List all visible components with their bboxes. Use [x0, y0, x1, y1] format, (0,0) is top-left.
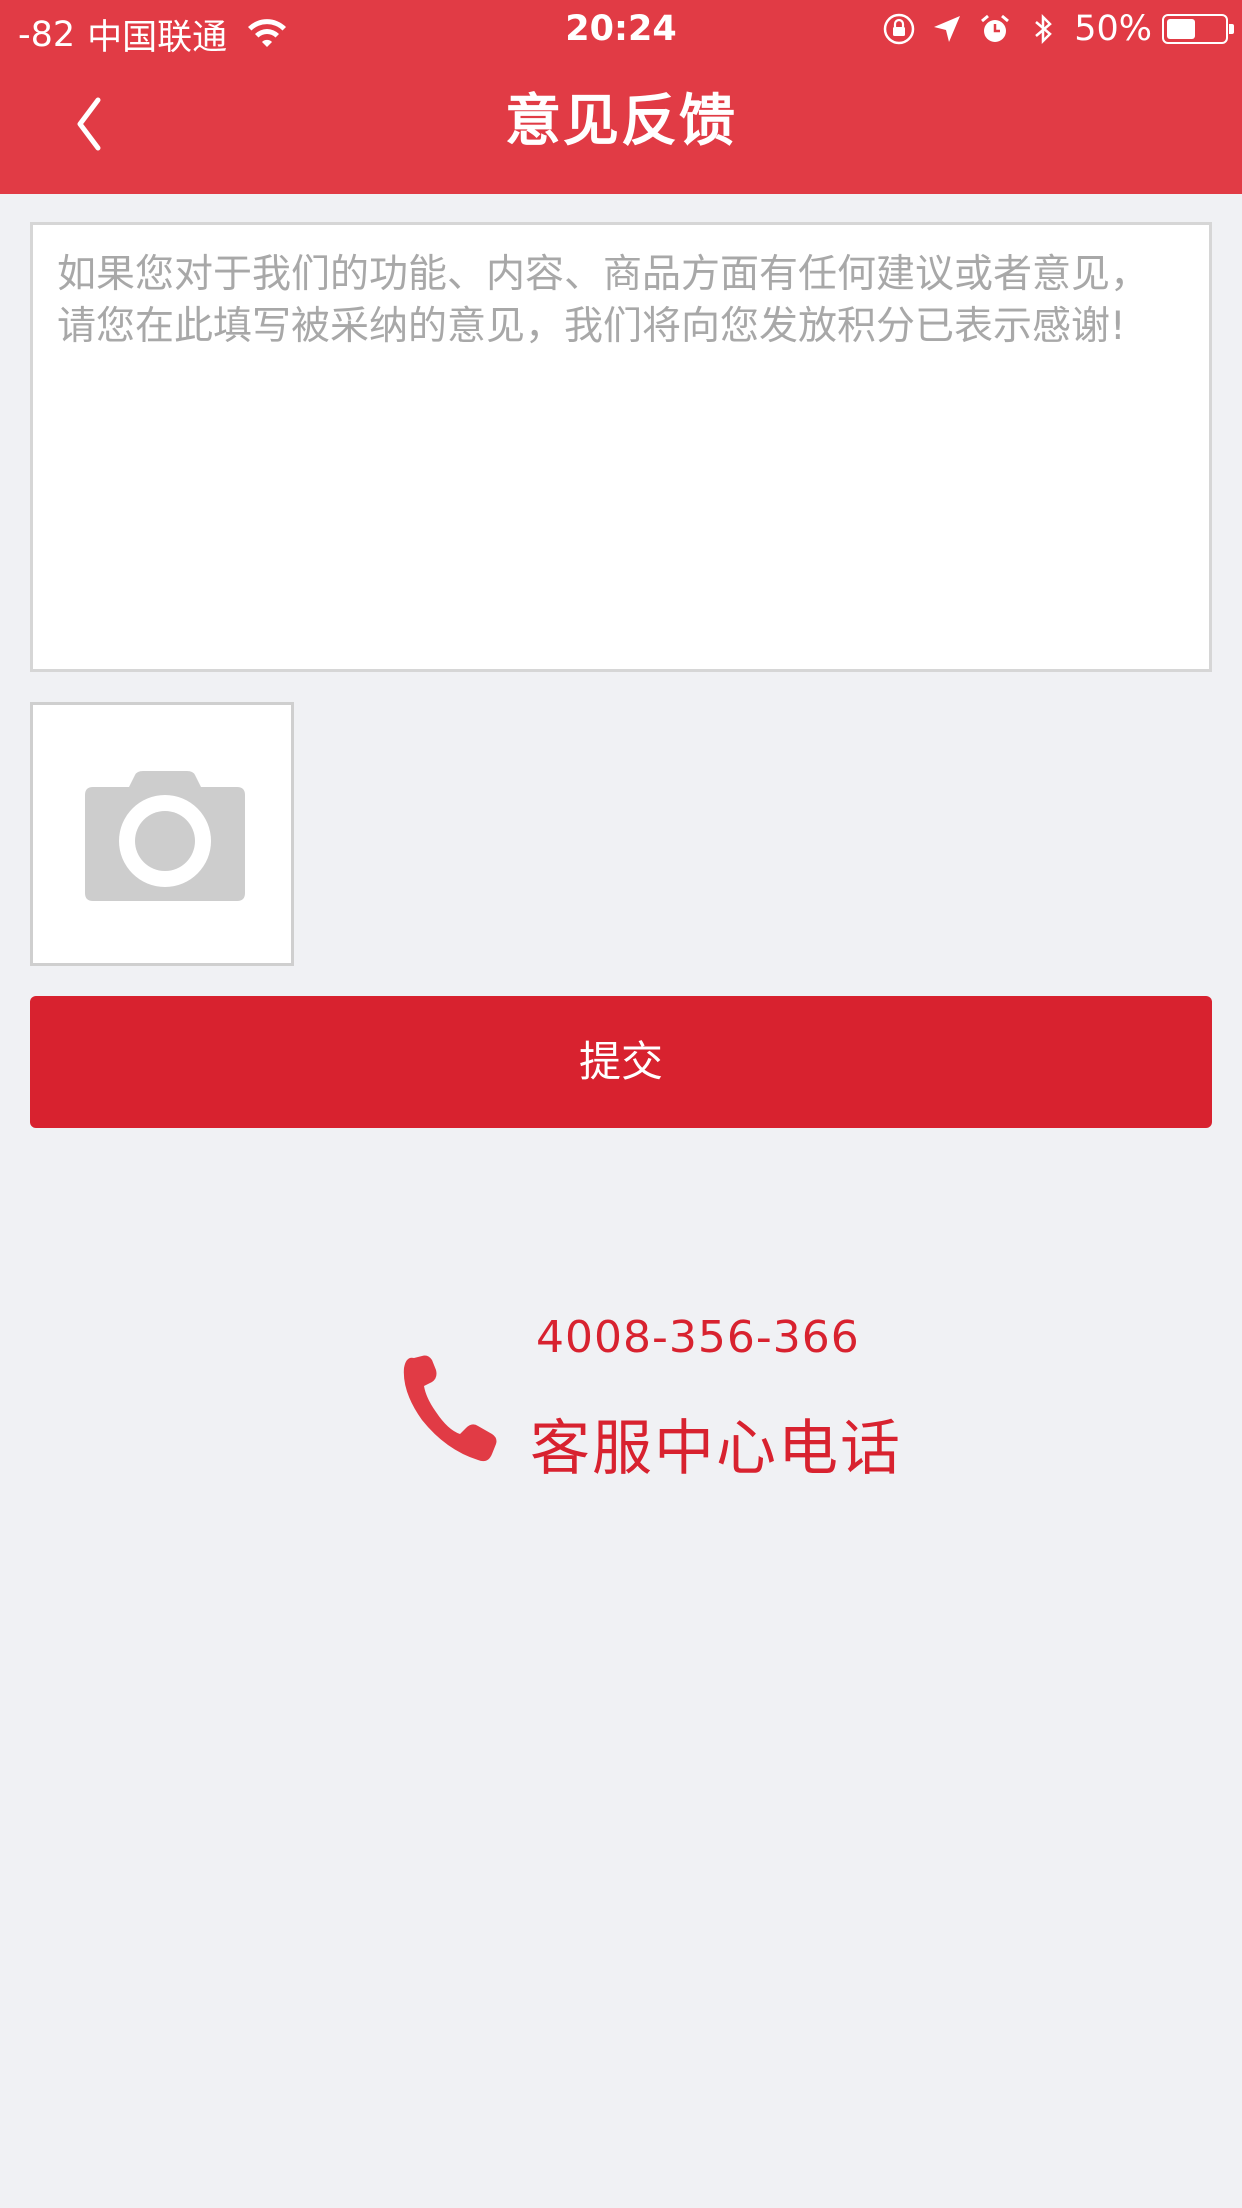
alarm-icon: [981, 14, 1010, 42]
submit-button[interactable]: 提交: [30, 996, 1212, 1128]
page-title: 意见反馈: [505, 89, 737, 154]
battery-icon: [1162, 14, 1234, 44]
status-right: 50%: [882, 9, 1234, 49]
rotation-lock-icon: [883, 13, 915, 45]
battery-fill: [1167, 19, 1195, 39]
battery-percent: 50%: [1074, 9, 1152, 49]
battery-tip: [1229, 24, 1234, 34]
phone-number[interactable]: 4008-356-366: [536, 1312, 860, 1363]
bluetooth-icon: [1035, 13, 1053, 45]
feedback-textarea-container: [30, 222, 1212, 672]
status-bar: -82 中国联通 20:24 50%: [0, 0, 1242, 62]
app-header: -82 中国联通 20:24 50% 意见反馈: [0, 0, 1242, 194]
location-icon: [934, 16, 961, 42]
camera-icon: [85, 771, 245, 901]
customer-service[interactable]: 4008-356-366 客服中心电话: [400, 1300, 1000, 1484]
phone-icon: [403, 1355, 497, 1462]
feedback-textarea[interactable]: [33, 225, 1209, 669]
service-label: 客服中心电话: [530, 1414, 902, 1484]
add-photo-button[interactable]: [30, 702, 294, 966]
